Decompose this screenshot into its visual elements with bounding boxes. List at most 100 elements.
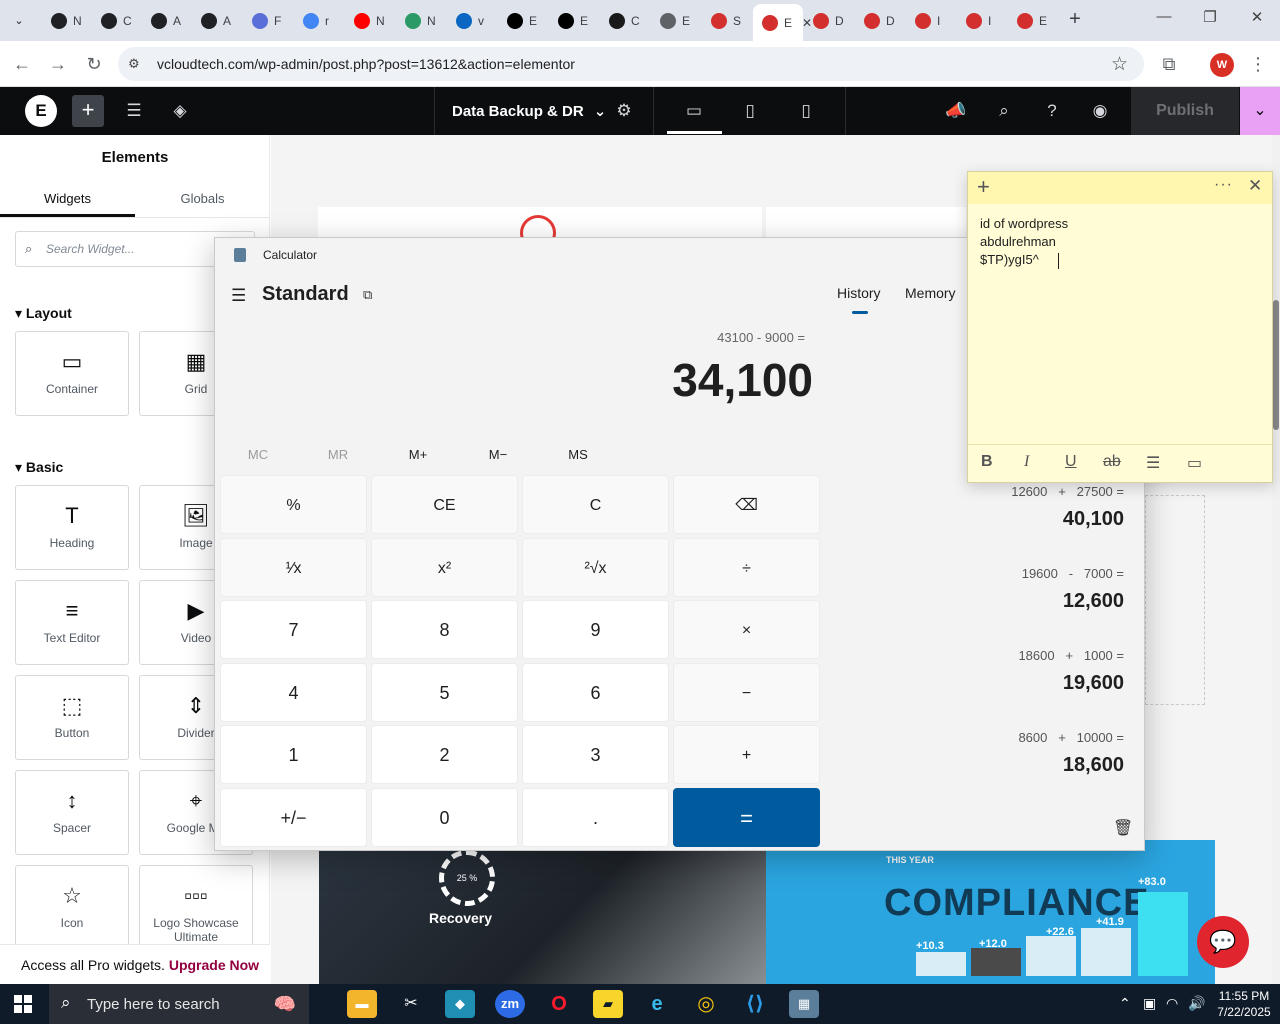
notifications-megaphone-icon[interactable]: 📣 bbox=[944, 99, 968, 123]
browser-tab[interactable]: N bbox=[345, 7, 393, 34]
new-note-plus-icon[interactable]: + bbox=[977, 174, 990, 200]
calc-key[interactable]: 1 bbox=[220, 725, 367, 784]
browser-tab[interactable]: N bbox=[42, 7, 90, 34]
widget-card[interactable]: ↕ Spacer bbox=[15, 770, 129, 855]
help-icon[interactable]: ? bbox=[1040, 99, 1064, 123]
memory-button[interactable]: MS bbox=[538, 447, 618, 462]
memory-button[interactable]: MC bbox=[218, 447, 298, 462]
search-highlight-icon[interactable]: 🧠 bbox=[270, 990, 300, 1018]
browser-tab[interactable]: C bbox=[92, 7, 140, 34]
note-line[interactable]: $TP)ygI5^ bbox=[980, 252, 1039, 267]
calc-key[interactable]: ²√x bbox=[522, 537, 669, 597]
widget-card[interactable]: ≡ Text Editor bbox=[15, 580, 129, 665]
calc-key[interactable]: 9 bbox=[522, 600, 669, 659]
browser-tab[interactable]: I bbox=[957, 7, 1005, 34]
history-result[interactable]: 19,600 bbox=[1063, 672, 1124, 695]
tab-widgets[interactable]: Widgets bbox=[0, 185, 135, 217]
browser-menu-icon[interactable]: ⋮ bbox=[1245, 51, 1271, 77]
calculator-taskbar-icon[interactable]: ▦ bbox=[789, 990, 819, 1018]
calc-key[interactable]: +/− bbox=[220, 787, 367, 847]
history-expression[interactable]: 18600 + 1000 = bbox=[1018, 648, 1124, 663]
history-result[interactable]: 18,600 bbox=[1063, 754, 1124, 777]
history-expression[interactable]: 8600 + 10000 = bbox=[1018, 730, 1124, 745]
calc-key[interactable]: ¹⁄x bbox=[220, 537, 367, 597]
calc-key[interactable]: C bbox=[522, 475, 669, 534]
reload-button[interactable]: ↻ bbox=[81, 51, 107, 77]
calc-key[interactable]: 7 bbox=[220, 600, 367, 659]
search-icon[interactable]: ⌕ bbox=[992, 99, 1016, 123]
site-info-icon[interactable]: ⚙ bbox=[128, 56, 140, 72]
browser-tab[interactable]: S bbox=[702, 7, 750, 34]
calc-key[interactable]: . bbox=[522, 787, 669, 847]
calc-key[interactable]: ÷ bbox=[673, 537, 820, 597]
windows-start-icon[interactable] bbox=[14, 995, 32, 1013]
browser-tab[interactable]: I bbox=[906, 7, 954, 34]
taskbar-clock[interactable]: 11:55 PM 7/22/2025 bbox=[1212, 988, 1276, 1020]
mobile-icon[interactable]: ▯ bbox=[794, 99, 818, 123]
bullet-list-icon[interactable]: ☰ bbox=[1146, 453, 1160, 473]
calc-key[interactable]: % bbox=[220, 475, 367, 534]
browser-tab[interactable]: A bbox=[192, 7, 240, 34]
clear-history-trash-icon[interactable]: 🗑 bbox=[1113, 818, 1133, 838]
calc-key[interactable]: + bbox=[673, 725, 820, 784]
note-line[interactable]: abdulrehman bbox=[980, 234, 1056, 249]
calc-key[interactable]: CE bbox=[371, 475, 518, 534]
memory-button[interactable]: M− bbox=[458, 447, 538, 462]
note-line[interactable]: id of wordpress bbox=[980, 216, 1068, 231]
calc-key[interactable]: 5 bbox=[371, 662, 518, 722]
underline-icon[interactable]: U bbox=[1065, 453, 1077, 471]
widget-card[interactable]: ⬚ Button bbox=[15, 675, 129, 760]
browser-tab[interactable]: E bbox=[498, 7, 546, 34]
sticky-notes-icon[interactable]: ▰ bbox=[593, 990, 623, 1018]
extensions-icon[interactable]: ⧉ bbox=[1156, 51, 1182, 77]
back-button[interactable]: ← bbox=[9, 51, 35, 77]
vscode-icon[interactable]: ⟨⟩ bbox=[740, 990, 770, 1018]
history-result[interactable]: 40,100 bbox=[1063, 508, 1124, 531]
strikethrough-icon[interactable]: ab bbox=[1103, 453, 1121, 471]
insert-image-icon[interactable]: ▭ bbox=[1187, 453, 1202, 473]
history-result[interactable]: 12,600 bbox=[1063, 590, 1124, 613]
address-bar[interactable]: ⚙ vcloudtech.com/wp-admin/post.php?post=… bbox=[118, 47, 1144, 81]
browser-tab[interactable]: r bbox=[294, 7, 342, 34]
calc-key[interactable]: − bbox=[673, 662, 820, 722]
forward-button[interactable]: → bbox=[45, 51, 71, 77]
more-options-icon[interactable]: ··· bbox=[1214, 176, 1233, 194]
volume-icon[interactable]: 🔊 bbox=[1188, 995, 1205, 1012]
profile-avatar[interactable]: W bbox=[1210, 53, 1234, 77]
browser-tab[interactable]: E ✕ bbox=[753, 4, 812, 41]
tab-memory[interactable]: Memory bbox=[905, 285, 956, 301]
preview-eye-icon[interactable]: ◉ bbox=[1088, 99, 1112, 123]
browser-tab[interactable]: F bbox=[243, 7, 291, 34]
browser-tab[interactable]: E bbox=[549, 7, 597, 34]
site-settings-icon[interactable]: ☰ bbox=[122, 99, 146, 123]
add-element-button[interactable]: + bbox=[72, 95, 104, 127]
close-window-button[interactable]: ✕ bbox=[1243, 8, 1271, 32]
scrollbar-thumb[interactable] bbox=[1273, 300, 1279, 430]
memory-button[interactable]: MR bbox=[298, 447, 378, 462]
desktop-icon[interactable]: ▭ bbox=[682, 99, 706, 123]
section-header[interactable]: ▾ Basic bbox=[15, 459, 63, 476]
browser-tab[interactable]: D bbox=[855, 7, 903, 34]
minimize-button[interactable]: — bbox=[1150, 8, 1178, 32]
browser-tab[interactable]: C bbox=[600, 7, 648, 34]
snipping-tool-icon[interactable]: ✂ bbox=[396, 990, 426, 1018]
file-explorer-icon[interactable]: ▬ bbox=[347, 990, 377, 1018]
structure-layers-icon[interactable]: ◈ bbox=[168, 99, 192, 123]
bold-icon[interactable]: B bbox=[981, 453, 993, 471]
calc-key[interactable]: 6 bbox=[522, 662, 669, 722]
app-diamond-icon[interactable]: ◆ bbox=[445, 990, 475, 1018]
calc-key[interactable]: = bbox=[673, 787, 820, 847]
widget-card[interactable]: T Heading bbox=[15, 485, 129, 570]
history-expression[interactable]: 12600 + 27500 = bbox=[1011, 484, 1124, 499]
browser-tab[interactable]: v bbox=[447, 7, 495, 34]
calc-key[interactable]: 0 bbox=[371, 787, 518, 847]
page-settings-gear-icon[interactable]: ⚙ bbox=[612, 99, 636, 123]
canvas-scrollbar[interactable] bbox=[1272, 135, 1280, 984]
widget-card[interactable]: ▭ Container bbox=[15, 331, 129, 416]
new-tab-button[interactable]: + bbox=[1063, 8, 1087, 32]
zoom-icon[interactable]: zm bbox=[495, 990, 525, 1018]
url-text[interactable]: vcloudtech.com/wp-admin/post.php?post=13… bbox=[157, 56, 575, 72]
chrome-icon[interactable]: ◎ bbox=[691, 990, 721, 1018]
close-note-icon[interactable]: ✕ bbox=[1248, 176, 1262, 196]
browser-tab[interactable]: D bbox=[804, 7, 852, 34]
